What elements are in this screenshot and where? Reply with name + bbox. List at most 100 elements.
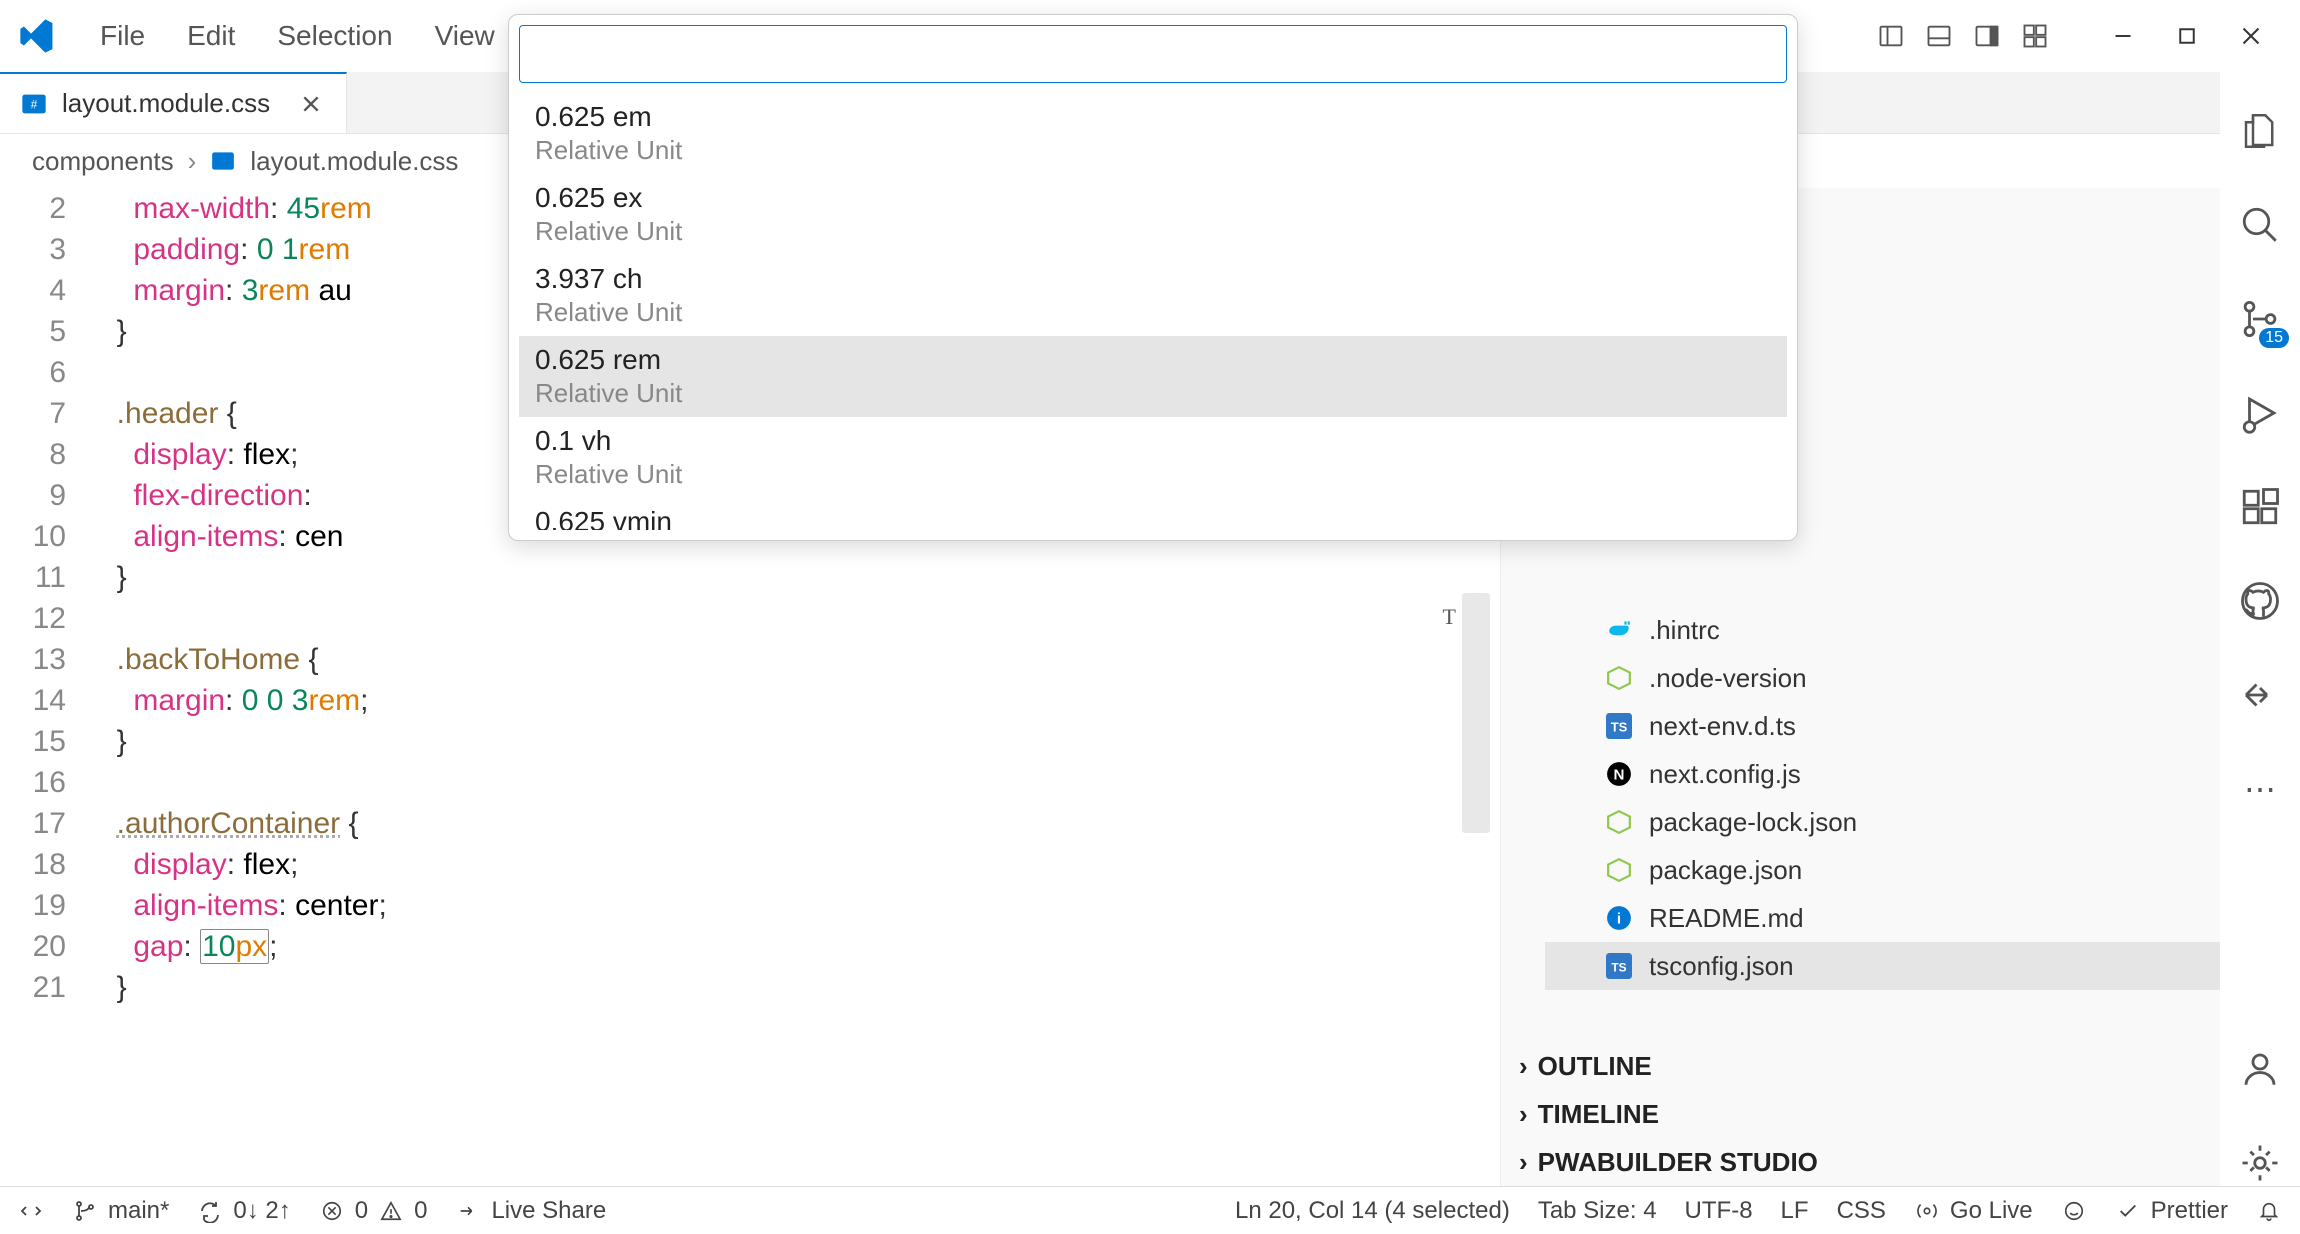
- file-item[interactable]: TStsconfig.json: [1545, 942, 2300, 990]
- file-name: package-lock.json: [1649, 807, 1857, 838]
- line-number: 12: [0, 598, 66, 639]
- breadcrumb-segment[interactable]: components: [32, 146, 174, 177]
- github-icon[interactable]: [2237, 578, 2283, 624]
- warning-icon: [378, 1198, 404, 1224]
- menu-item-selection[interactable]: Selection: [261, 14, 408, 58]
- quick-pick-item-title: 0.625 rem: [535, 344, 1771, 376]
- file-item[interactable]: .node-version: [1545, 654, 2300, 702]
- code-line[interactable]: [100, 598, 1500, 639]
- minimize-button[interactable]: [2092, 15, 2154, 57]
- go-live-status[interactable]: Go Live: [1914, 1197, 2033, 1225]
- file-item[interactable]: TSnext-env.d.ts: [1545, 702, 2300, 750]
- file-item[interactable]: .hintrc: [1545, 606, 2300, 654]
- source-control-badge: 15: [2259, 328, 2289, 348]
- menu-item-edit[interactable]: Edit: [171, 14, 251, 58]
- toggle-secondary-sidebar-icon[interactable]: [1966, 15, 2008, 57]
- explorer-files-icon[interactable]: [2237, 108, 2283, 154]
- run-debug-icon[interactable]: [2237, 390, 2283, 436]
- line-number: 19: [0, 885, 66, 926]
- line-number: 6: [0, 352, 66, 393]
- search-icon[interactable]: [2237, 202, 2283, 248]
- quick-pick-item[interactable]: 0.625 remRelative Unit: [519, 336, 1787, 417]
- explorer-section-header[interactable]: ›PWABUILDER STUDIO: [1501, 1138, 2300, 1186]
- quick-pick-list: 0.625 emRelative Unit0.625 exRelative Un…: [519, 93, 1787, 530]
- sync-status[interactable]: 0↓ 2↑: [197, 1197, 290, 1225]
- file-type-icon: [1605, 808, 1633, 836]
- quick-pick-item[interactable]: 3.937 chRelative Unit: [519, 255, 1787, 336]
- section-title: TIMELINE: [1538, 1099, 1659, 1130]
- problems-status[interactable]: 0 0: [319, 1197, 428, 1225]
- line-number: 7: [0, 393, 66, 434]
- quick-pick-item[interactable]: 0.625 emRelative Unit: [519, 93, 1787, 174]
- live-share-status[interactable]: Live Share: [455, 1197, 606, 1225]
- settings-gear-icon[interactable]: [2237, 1140, 2283, 1186]
- menu-item-file[interactable]: File: [84, 14, 161, 58]
- prettier-status[interactable]: Prettier: [2115, 1197, 2228, 1225]
- explorer-section-header[interactable]: ›OUTLINE: [1501, 1042, 2300, 1090]
- customize-layout-icon[interactable]: [2014, 15, 2056, 57]
- code-line[interactable]: margin: 0 0 3rem;: [100, 680, 1500, 721]
- cursor-position-status[interactable]: Ln 20, Col 14 (4 selected): [1235, 1197, 1510, 1225]
- file-type-icon: [1605, 616, 1633, 644]
- quick-pick-item-title: 3.937 ch: [535, 263, 1771, 295]
- quick-pick-input[interactable]: [519, 25, 1787, 83]
- file-item[interactable]: i README.md: [1545, 894, 2300, 942]
- chevron-right-icon: ›: [1519, 1051, 1528, 1082]
- chevron-right-icon: ›: [188, 146, 197, 177]
- maximize-button[interactable]: [2156, 15, 2218, 57]
- quick-pick-item[interactable]: 0.1 vhRelative Unit: [519, 417, 1787, 498]
- line-number: 13: [0, 639, 66, 680]
- file-name: next.config.js: [1649, 759, 1801, 790]
- activity-bar: 15 ⋯: [2220, 72, 2300, 1186]
- file-type-icon: N: [1605, 760, 1633, 788]
- code-line[interactable]: gap: 10px;: [100, 926, 1500, 967]
- svg-text:i: i: [1617, 910, 1621, 927]
- git-branch-status[interactable]: main*: [72, 1197, 169, 1225]
- live-share-icon[interactable]: [2237, 672, 2283, 718]
- remote-indicator[interactable]: [18, 1198, 44, 1224]
- code-line[interactable]: [100, 762, 1500, 803]
- svg-text:TS: TS: [1611, 719, 1628, 734]
- code-line[interactable]: .authorContainer {: [100, 803, 1500, 844]
- breadcrumb-segment[interactable]: layout.module.css: [250, 146, 458, 177]
- code-line[interactable]: display: flex;: [100, 844, 1500, 885]
- notifications-status[interactable]: [2256, 1198, 2282, 1224]
- file-item[interactable]: package-lock.json: [1545, 798, 2300, 846]
- menu-item-view[interactable]: View: [419, 14, 511, 58]
- code-line[interactable]: }: [100, 721, 1500, 762]
- close-window-button[interactable]: [2220, 15, 2282, 57]
- feedback-status[interactable]: [2061, 1198, 2087, 1224]
- account-icon[interactable]: [2237, 1046, 2283, 1092]
- line-number: 20: [0, 926, 66, 967]
- minimap-scrollbar[interactable]: [1462, 593, 1490, 833]
- code-line[interactable]: }: [100, 967, 1500, 1008]
- file-name: README.md: [1649, 903, 1804, 934]
- line-number: 21: [0, 967, 66, 1008]
- extensions-icon[interactable]: [2237, 484, 2283, 530]
- line-number: 17: [0, 803, 66, 844]
- quick-pick-item[interactable]: 0.625 exRelative Unit: [519, 174, 1787, 255]
- close-tab-icon[interactable]: [296, 89, 326, 119]
- source-control-icon[interactable]: 15: [2237, 296, 2283, 342]
- live-share-icon: [455, 1198, 481, 1224]
- toggle-panel-icon[interactable]: [1918, 15, 1960, 57]
- file-item[interactable]: Nnext.config.js: [1545, 750, 2300, 798]
- explorer-section-header[interactable]: ›TIMELINE: [1501, 1090, 2300, 1138]
- tab-size-status[interactable]: Tab Size: 4: [1538, 1197, 1657, 1225]
- chevron-right-icon: ›: [1519, 1147, 1528, 1178]
- language-mode-status[interactable]: CSS: [1837, 1197, 1886, 1225]
- file-name: package.json: [1649, 855, 1802, 886]
- tab-layout-module-css[interactable]: # layout.module.css: [0, 72, 347, 133]
- encoding-status[interactable]: UTF-8: [1685, 1197, 1753, 1225]
- code-line[interactable]: .backToHome {: [100, 639, 1500, 680]
- code-line[interactable]: }: [100, 557, 1500, 598]
- file-item[interactable]: package.json: [1545, 846, 2300, 894]
- code-line[interactable]: align-items: center;: [100, 885, 1500, 926]
- eol-status[interactable]: LF: [1781, 1197, 1809, 1225]
- more-icon[interactable]: ⋯: [2237, 766, 2283, 812]
- line-number: 4: [0, 270, 66, 311]
- quick-pick-item-description: Relative Unit: [535, 459, 1771, 490]
- quick-pick-item-description: Relative Unit: [535, 135, 1771, 166]
- quick-pick-item[interactable]: 0.625 vmin: [519, 498, 1787, 530]
- toggle-primary-sidebar-icon[interactable]: [1870, 15, 1912, 57]
